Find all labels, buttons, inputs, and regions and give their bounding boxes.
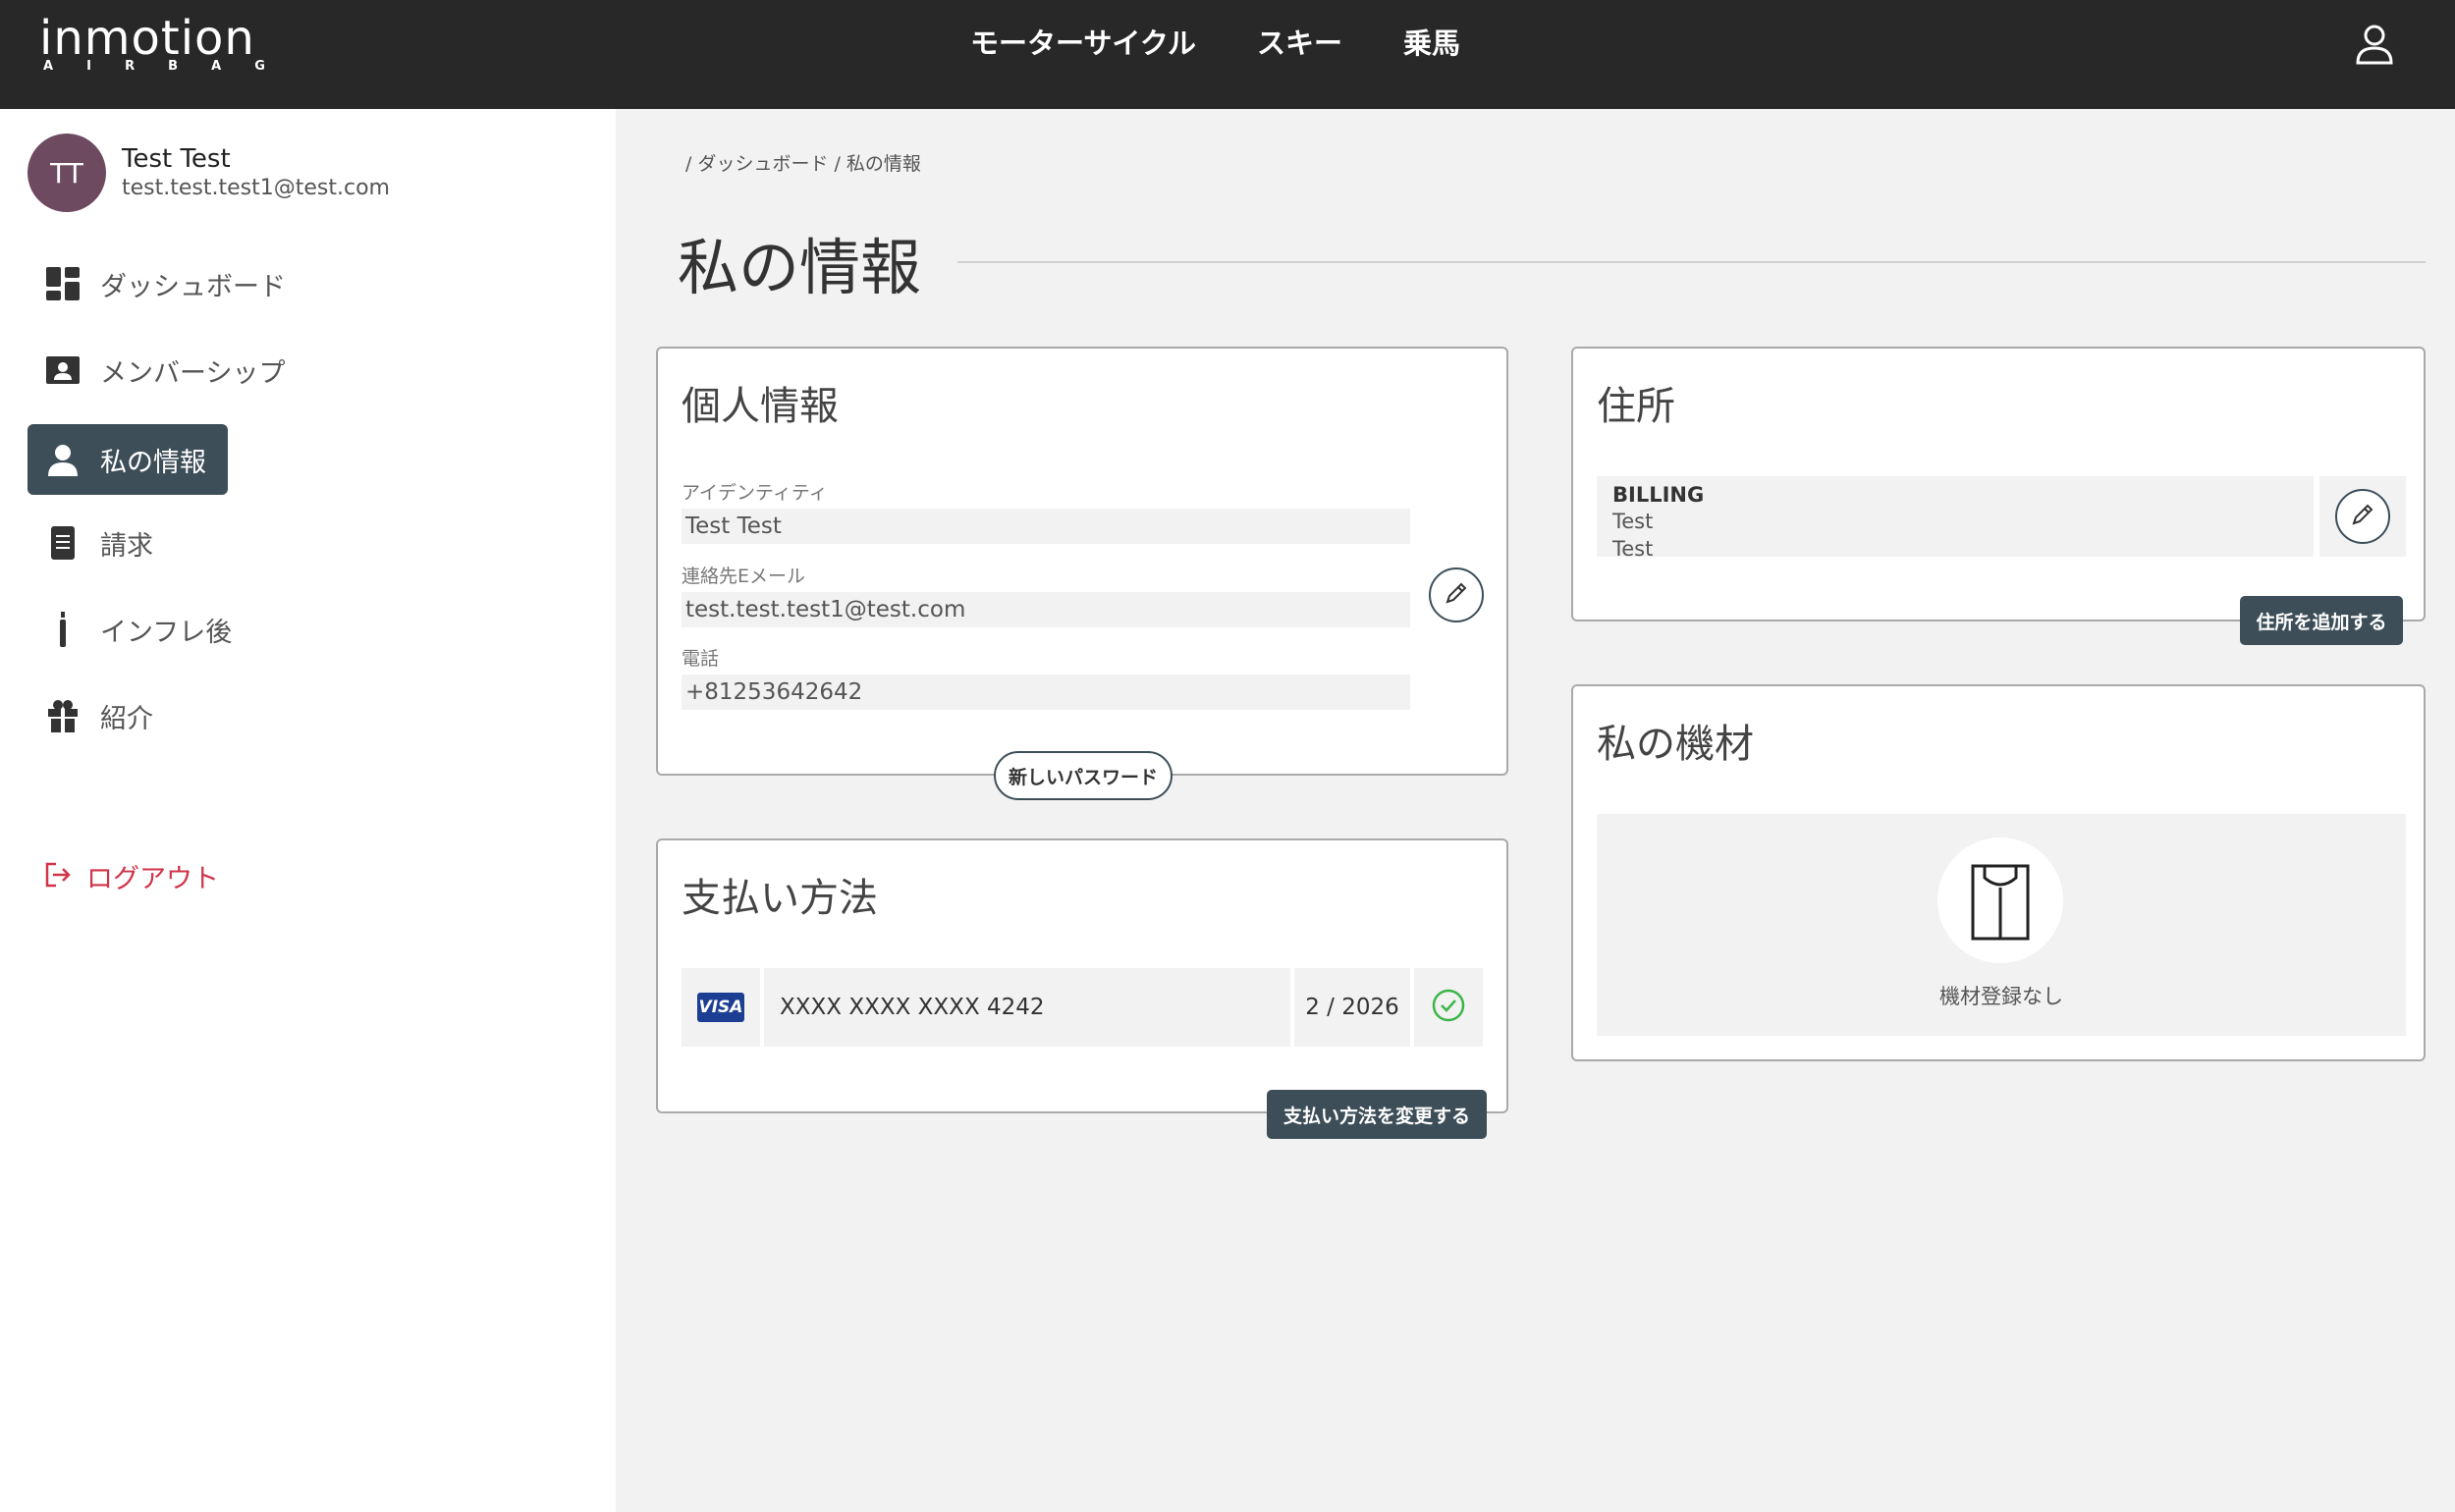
top-bar: inmotion A I R B A G モーターサイクル スキー 乗馬 (0, 0, 2455, 109)
user-account-icon[interactable] (2355, 24, 2394, 65)
identity-label: アイデンティティ (682, 482, 828, 504)
dashboard-icon (45, 266, 81, 301)
sidebar-item-dashboard[interactable]: ダッシュボード (27, 248, 342, 319)
sidebar-item-membership[interactable]: メンバーシップ (27, 335, 342, 405)
person-icon (45, 442, 81, 477)
phone-label: 電話 (682, 648, 720, 670)
payment-method-card: 支払い方法 VISA XXXX XXXX XXXX 4242 2 / 2026 … (656, 838, 1508, 1139)
logout-button[interactable]: ログアウト (43, 857, 219, 895)
sidebar-item-label: インフレ後 (100, 617, 233, 648)
phone-value: +81253642642 (682, 675, 1410, 710)
personal-info-card: 個人情報 アイデンティティ Test Test 連絡先Eメール test.tes… (656, 347, 1508, 800)
sidebar-item-referral[interactable]: 紹介 (27, 680, 342, 751)
profile-email: test.test.test1@test.com (122, 176, 390, 200)
logo-wordmark: inmotion (39, 11, 255, 66)
sidebar-item-label: メンバーシップ (100, 357, 286, 389)
card-title: 私の機材 (1597, 722, 1754, 767)
card-number: XXXX XXXX XXXX 4242 (764, 968, 1290, 1047)
sidebar-item-post-inflation[interactable]: インフレ後 (27, 594, 342, 665)
logout-icon (43, 860, 73, 893)
sidebar-item-my-info[interactable]: 私の情報 (27, 424, 228, 495)
identity-value: Test Test (682, 509, 1410, 544)
canister-icon (45, 612, 81, 647)
edit-personal-button[interactable] (1429, 567, 1484, 622)
equipment-card: 私の機材 機材登録なし (1571, 684, 2426, 1061)
sidebar-item-label: 紹介 (100, 703, 153, 734)
profile-name: Test Test (122, 144, 231, 174)
page-title: 私の情報 (678, 232, 922, 303)
billing-title: BILLING (1612, 483, 1705, 507)
topnav-ski[interactable]: スキー (1257, 22, 1342, 65)
sidebar-item-label: 私の情報 (100, 447, 206, 478)
billing-edit-cell (2319, 476, 2406, 557)
logo-subtitle: A I R B A G (43, 59, 265, 74)
brand-logo[interactable]: inmotion A I R B A G (39, 11, 275, 74)
topnav-motorcycle[interactable]: モーターサイクル (970, 22, 1196, 65)
top-nav: モーターサイクル スキー 乗馬 (970, 22, 1521, 65)
empty-state-text: 機材登録なし (1939, 985, 2063, 1008)
check-circle-icon (1431, 988, 1466, 1027)
card-verified-cell (1414, 968, 1483, 1047)
equipment-empty-state: 機材登録なし (1597, 814, 2406, 1036)
topnav-equestrian[interactable]: 乗馬 (1403, 22, 1460, 65)
billing-address: BILLING Test Test (1597, 476, 2314, 561)
document-icon (45, 525, 81, 561)
airbag-vest-icon (1937, 837, 2063, 963)
card-title: 支払い方法 (682, 876, 878, 921)
visa-logo: VISA (697, 993, 744, 1022)
card-title: 住所 (1597, 384, 1675, 429)
edit-address-button[interactable] (2335, 489, 2390, 544)
card-title: 個人情報 (682, 384, 839, 429)
title-divider (957, 261, 2426, 263)
logout-label: ログアウト (86, 864, 219, 894)
billing-line: Test (1612, 510, 1654, 533)
payment-row: VISA XXXX XXXX XXXX 4242 2 / 2026 (682, 968, 1483, 1047)
sidebar-item-billing[interactable]: 請求 (27, 508, 342, 578)
address-card: 住所 BILLING Test Test 住所を追加する (1571, 347, 2426, 645)
new-password-button[interactable]: 新しいパスワード (994, 751, 1173, 800)
email-label: 連絡先Eメール (682, 566, 806, 587)
change-payment-button[interactable]: 支払い方法を変更する (1267, 1090, 1487, 1139)
id-card-icon (45, 352, 81, 388)
sidebar-item-label: ダッシュボード (100, 271, 286, 302)
avatar: TT (27, 134, 106, 212)
add-address-button[interactable]: 住所を追加する (2240, 596, 2403, 645)
pencil-icon (1444, 580, 1469, 610)
card-brand-cell: VISA (682, 968, 760, 1047)
sidebar: TT Test Test test.test.test1@test.com ダッ… (0, 109, 616, 1512)
breadcrumb: / ダッシュボード / 私の情報 (685, 153, 921, 175)
email-value: test.test.test1@test.com (682, 592, 1410, 627)
card-expiry: 2 / 2026 (1294, 968, 1410, 1047)
pencil-icon (2350, 502, 2375, 531)
gift-icon (45, 698, 81, 733)
billing-line: Test (1612, 537, 1654, 561)
sidebar-item-label: 請求 (100, 530, 153, 562)
